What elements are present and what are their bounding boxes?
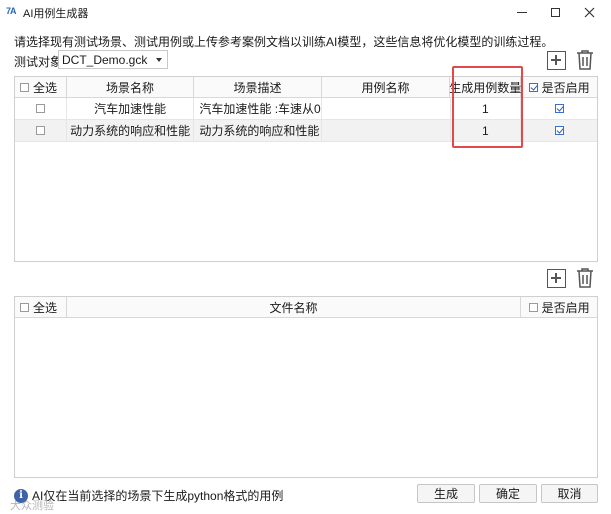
title-bar: 7A AI用例生成器	[0, 0, 611, 24]
test-target-label: 测试对象	[14, 55, 63, 69]
minimize-icon	[517, 11, 527, 13]
gen-count-cell[interactable]: 1	[451, 98, 522, 119]
maximize-button[interactable]	[536, 0, 574, 24]
maximize-icon	[550, 7, 560, 17]
file-select-all-header[interactable]: 全选	[15, 297, 67, 317]
table-row[interactable]: 动力系统的响应和性能 动力系统的响应和性能 :... 1	[15, 120, 597, 142]
close-icon	[584, 7, 594, 17]
delete-file-button[interactable]	[575, 267, 595, 288]
window-title: AI用例生成器	[23, 8, 89, 20]
select-all-header[interactable]: 全选	[15, 77, 67, 97]
scene-desc-cell: 动力系统的响应和性能 :...	[194, 120, 322, 141]
enabled-cell[interactable]	[521, 98, 597, 119]
add-icon	[546, 268, 566, 288]
file-name-header: 文件名称	[67, 297, 522, 317]
enabled-header-label: 是否启用	[541, 80, 590, 95]
add-file-button[interactable]	[546, 268, 566, 288]
row-select-cell[interactable]	[15, 98, 67, 119]
test-target-select[interactable]: DCT_Demo.gck	[58, 50, 168, 69]
footer-note: i AI仅在当前选择的场景下生成python格式的用例	[14, 487, 283, 504]
file-enabled-all-checkbox[interactable]	[528, 302, 538, 312]
file-table-header: 全选 文件名称 是否启用	[15, 297, 597, 318]
enabled-all-checkbox[interactable]	[528, 82, 538, 92]
chevron-down-icon	[156, 58, 162, 62]
table-row[interactable]: 汽车加速性能 汽车加速性能 :车速从0k... 1	[15, 98, 597, 120]
trash-icon	[577, 267, 593, 288]
add-scenario-button[interactable]	[546, 50, 566, 70]
scene-desc-cell: 汽车加速性能 :车速从0k...	[194, 98, 322, 119]
scene-name-header: 场景名称	[67, 77, 195, 97]
trash-icon	[577, 49, 593, 70]
case-name-cell[interactable]	[322, 98, 451, 119]
select-all-label: 全选	[33, 80, 58, 95]
app-logo-icon: 7A	[6, 6, 17, 16]
file-select-all-label: 全选	[33, 300, 58, 315]
row-select-checkbox[interactable]	[35, 126, 45, 135]
row-enabled-checkbox[interactable]	[554, 104, 564, 113]
scenario-table: 全选 场景名称 场景描述 用例名称 生成用例数量 是否启用 汽车加速性能 汽车加…	[14, 76, 598, 262]
case-name-header: 用例名称	[322, 77, 451, 97]
delete-scenario-button[interactable]	[575, 49, 595, 70]
scene-name-cell: 汽车加速性能	[67, 98, 195, 119]
enabled-header[interactable]: 是否启用	[521, 77, 597, 97]
gen-count-header: 生成用例数量	[449, 77, 521, 97]
row-select-checkbox[interactable]	[35, 104, 45, 113]
test-target-value: DCT_Demo.gck	[62, 52, 148, 67]
close-button[interactable]	[570, 0, 608, 24]
enabled-cell[interactable]	[521, 120, 597, 141]
row-select-cell[interactable]	[15, 120, 67, 141]
scene-desc-header: 场景描述	[194, 77, 322, 97]
case-name-cell[interactable]	[322, 120, 451, 141]
watermark: 大众测验	[10, 500, 54, 512]
file-table: 全选 文件名称 是否启用	[14, 296, 598, 478]
row-enabled-checkbox[interactable]	[554, 126, 564, 135]
gen-count-cell[interactable]: 1	[451, 120, 522, 141]
file-enabled-header[interactable]: 是否启用	[521, 297, 597, 317]
scenario-table-header: 全选 场景名称 场景描述 用例名称 生成用例数量 是否启用	[15, 77, 597, 98]
file-select-all-checkbox[interactable]	[20, 302, 29, 312]
footer-note-text: AI仅在当前选择的场景下生成python格式的用例	[32, 489, 284, 503]
scene-name-cell: 动力系统的响应和性能	[67, 120, 195, 141]
instruction-text: 请选择现有测试场景、测试用例或上传参考案例文档以训练AI模型，这些信息将优化模型…	[14, 35, 554, 49]
confirm-button[interactable]: 确定	[479, 484, 537, 503]
select-all-checkbox[interactable]	[20, 82, 29, 92]
generate-button[interactable]: 生成	[417, 484, 475, 503]
add-icon	[546, 50, 566, 70]
cancel-button[interactable]: 取消	[541, 484, 598, 503]
file-enabled-header-label: 是否启用	[541, 300, 590, 315]
